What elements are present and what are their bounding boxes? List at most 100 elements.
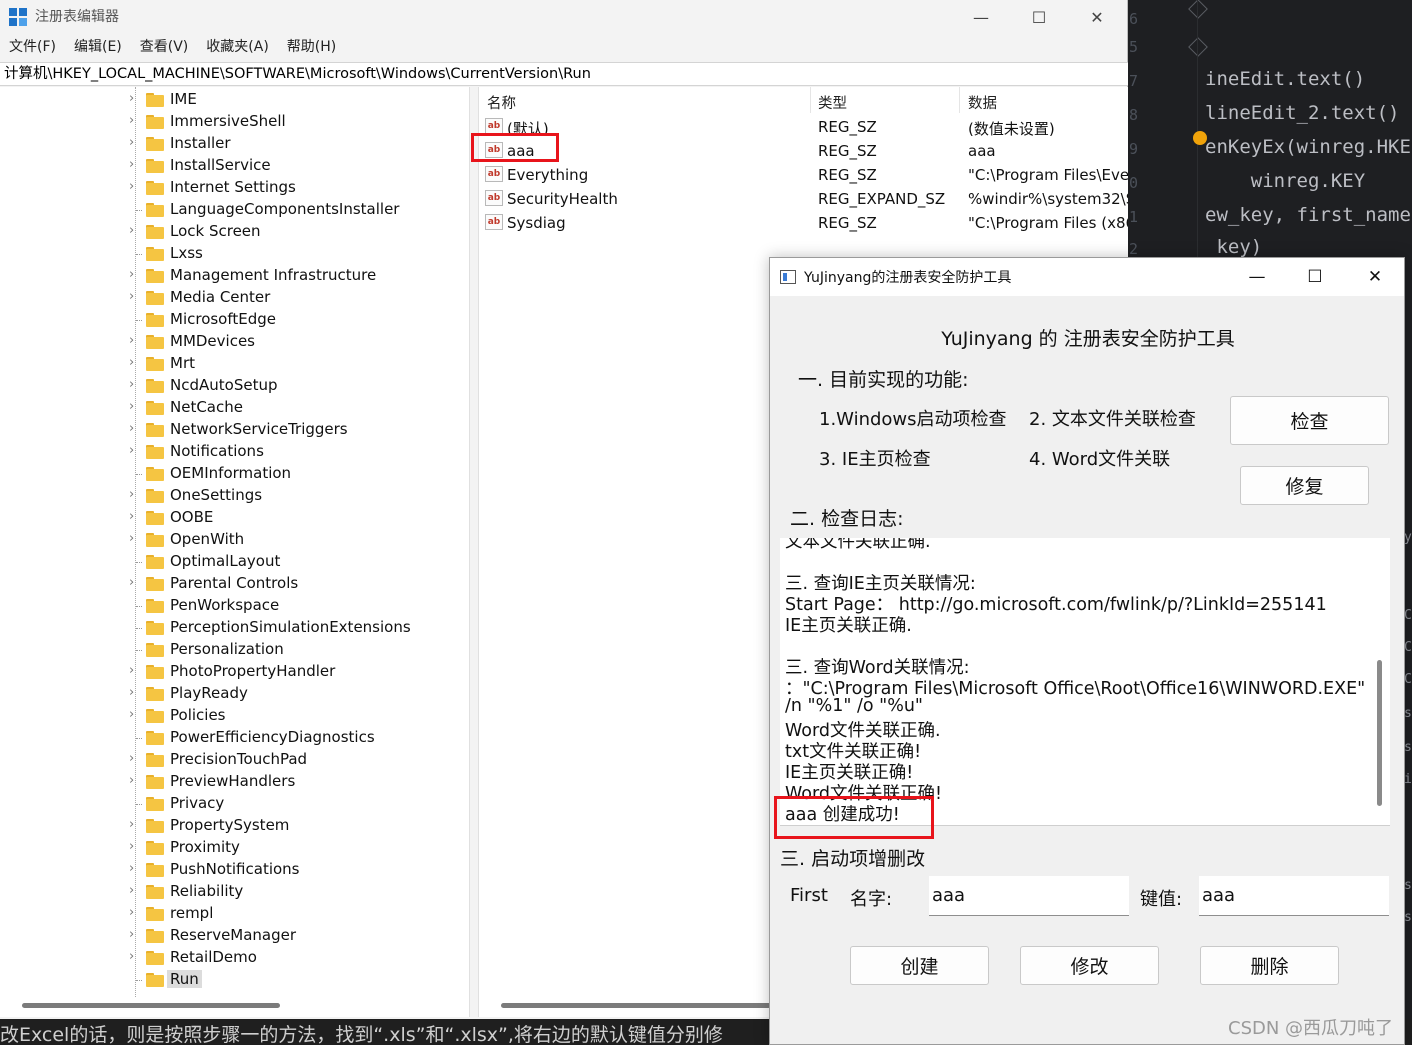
tree-item[interactable]: PowerEfficiencyDiagnostics <box>0 727 450 749</box>
fold-marker-icon[interactable] <box>1188 0 1208 19</box>
tree-item[interactable]: › Notifications <box>0 441 450 463</box>
tree-item[interactable]: › Parental Controls <box>0 573 450 595</box>
tree-item[interactable]: LanguageComponentsInstaller <box>0 199 450 221</box>
tree-item[interactable]: Privacy <box>0 793 450 815</box>
registry-value-row[interactable]: ab SecurityHealth REG_EXPAND_SZ %windir%\sy… <box>479 187 1128 211</box>
create-button[interactable]: 创建 <box>850 946 989 985</box>
chevron-right-icon[interactable]: › <box>129 443 134 458</box>
tree-item[interactable]: › OOBE <box>0 507 450 529</box>
column-header-data[interactable]: 数据 <box>968 92 997 113</box>
chevron-right-icon[interactable]: › <box>129 685 134 700</box>
tool-title-bar[interactable]: YuJinyang的注册表安全防护工具 — ☐ ✕ <box>770 258 1404 296</box>
delete-button[interactable]: 删除 <box>1200 946 1339 985</box>
check-log-textarea[interactable]: 文本文件关联正确. 三. 查询IE主页关联情况: Start Page： http:… <box>780 538 1390 826</box>
chevron-right-icon[interactable]: › <box>129 575 134 590</box>
chevron-right-icon[interactable]: › <box>129 883 134 898</box>
fold-marker-icon[interactable] <box>1188 37 1208 57</box>
tree-item[interactable]: › PropertySystem <box>0 815 450 837</box>
tool-close-button[interactable]: ✕ <box>1346 258 1404 296</box>
maximize-button[interactable]: ☐ <box>1010 0 1068 34</box>
chevron-right-icon[interactable]: › <box>129 905 134 920</box>
tree-item[interactable]: › NcdAutoSetup <box>0 375 450 397</box>
title-bar[interactable]: 注册表编辑器 — ☐ ✕ <box>0 0 1127 34</box>
chevron-right-icon[interactable]: › <box>129 751 134 766</box>
chevron-right-icon[interactable]: › <box>129 861 134 876</box>
chevron-right-icon[interactable]: › <box>129 157 134 172</box>
tree-item[interactable]: › PrecisionTouchPad <box>0 749 450 771</box>
column-divider[interactable] <box>959 87 960 113</box>
column-header-type[interactable]: 类型 <box>818 92 847 113</box>
menu-file[interactable]: 文件(F) <box>0 36 65 60</box>
tree-item[interactable]: › Management Infrastructure <box>0 265 450 287</box>
chevron-right-icon[interactable]: › <box>129 927 134 942</box>
tree-item[interactable]: › IME <box>0 89 450 111</box>
chevron-right-icon[interactable]: › <box>129 531 134 546</box>
menu-edit[interactable]: 编辑(E) <box>65 36 131 60</box>
registry-key-tree[interactable]: › IME › ImmersiveShell › Installer › InstallSer… <box>0 87 470 1017</box>
chevron-right-icon[interactable]: › <box>129 817 134 832</box>
repair-button[interactable]: 修复 <box>1240 466 1369 505</box>
tree-item[interactable]: Run <box>0 969 450 991</box>
chevron-right-icon[interactable]: › <box>129 91 134 106</box>
tree-item[interactable]: › ImmersiveShell <box>0 111 450 133</box>
column-header-name[interactable]: 名称 <box>487 92 516 113</box>
chevron-right-icon[interactable]: › <box>129 663 134 678</box>
tree-item[interactable]: › rempl <box>0 903 450 925</box>
menu-view[interactable]: 查看(V) <box>131 36 198 60</box>
chevron-right-icon[interactable]: › <box>129 355 134 370</box>
chevron-right-icon[interactable]: › <box>129 179 134 194</box>
address-bar[interactable]: 计算机\HKEY_LOCAL_MACHINE\SOFTWARE\Microsof… <box>0 62 1128 86</box>
tree-item[interactable]: › RetailDemo <box>0 947 450 969</box>
column-divider[interactable] <box>810 87 811 113</box>
tree-item[interactable]: › PushNotifications <box>0 859 450 881</box>
modify-button[interactable]: 修改 <box>1020 946 1159 985</box>
tree-item[interactable]: › ReserveManager <box>0 925 450 947</box>
menu-favorites[interactable]: 收藏夹(A) <box>197 36 278 60</box>
tree-item[interactable]: Lxss <box>0 243 450 265</box>
chevron-right-icon[interactable]: › <box>129 289 134 304</box>
registry-value-row[interactable]: ab Everything REG_SZ "C:\Program Files\Ever <box>479 163 1128 187</box>
chevron-right-icon[interactable]: › <box>129 949 134 964</box>
tree-item[interactable]: › InstallService <box>0 155 450 177</box>
chevron-right-icon[interactable]: › <box>129 839 134 854</box>
tree-horizontal-scrollbar[interactable] <box>22 1003 280 1008</box>
tool-minimize-button[interactable]: — <box>1228 258 1286 296</box>
tree-item[interactable]: › Reliability <box>0 881 450 903</box>
chevron-right-icon[interactable]: › <box>129 377 134 392</box>
check-button[interactable]: 检查 <box>1230 396 1389 445</box>
tree-item[interactable]: MicrosoftEdge <box>0 309 450 331</box>
chevron-right-icon[interactable]: › <box>129 113 134 128</box>
minimize-button[interactable]: — <box>952 0 1010 34</box>
tree-item[interactable]: › NetCache <box>0 397 450 419</box>
tree-item[interactable]: › Lock Screen <box>0 221 450 243</box>
tree-item[interactable]: › Installer <box>0 133 450 155</box>
tree-item[interactable]: › MMDevices <box>0 331 450 353</box>
chevron-right-icon[interactable]: › <box>129 487 134 502</box>
chevron-right-icon[interactable]: › <box>129 773 134 788</box>
tree-item[interactable]: › Policies <box>0 705 450 727</box>
tree-item[interactable]: › Media Center <box>0 287 450 309</box>
chevron-right-icon[interactable]: › <box>129 223 134 238</box>
tree-item[interactable]: PerceptionSimulationExtensions <box>0 617 450 639</box>
tree-item[interactable]: › OpenWith <box>0 529 450 551</box>
tree-item[interactable]: › OneSettings <box>0 485 450 507</box>
name-input[interactable]: aaa <box>929 876 1129 916</box>
menu-help[interactable]: 帮助(H) <box>278 36 345 60</box>
list-horizontal-scrollbar[interactable] <box>501 1003 771 1008</box>
tree-item[interactable]: Personalization <box>0 639 450 661</box>
chevron-right-icon[interactable]: › <box>129 399 134 414</box>
tree-item[interactable]: PenWorkspace <box>0 595 450 617</box>
chevron-right-icon[interactable]: › <box>129 509 134 524</box>
tree-item[interactable]: OptimalLayout <box>0 551 450 573</box>
tool-maximize-button[interactable]: ☐ <box>1286 258 1344 296</box>
chevron-right-icon[interactable]: › <box>129 135 134 150</box>
registry-value-row[interactable]: ab (默认) REG_SZ (数值未设置) <box>479 115 1128 139</box>
registry-value-row[interactable]: ab aaa REG_SZ aaa <box>479 139 1128 163</box>
log-scrollbar[interactable] <box>1377 660 1382 806</box>
tree-item[interactable]: › NetworkServiceTriggers <box>0 419 450 441</box>
chevron-right-icon[interactable]: › <box>129 707 134 722</box>
tree-item[interactable]: › PlayReady <box>0 683 450 705</box>
tree-item[interactable]: › Proximity <box>0 837 450 859</box>
tree-item[interactable]: › Mrt <box>0 353 450 375</box>
close-button[interactable]: ✕ <box>1068 0 1126 34</box>
